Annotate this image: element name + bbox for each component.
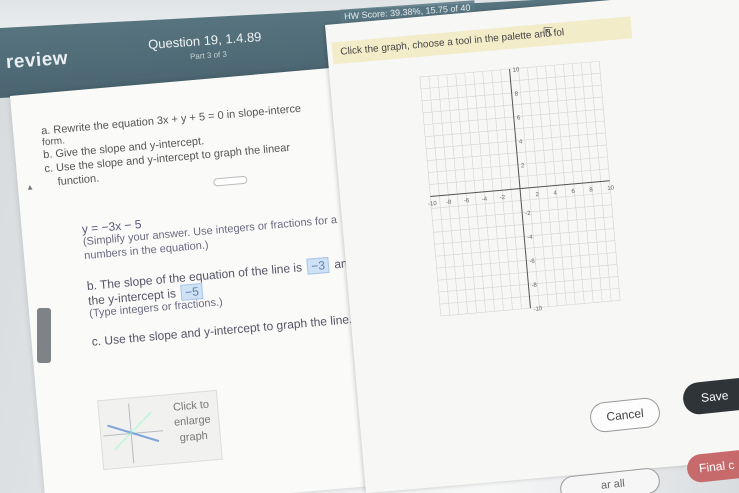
x-tick-label: 4 <box>553 190 558 196</box>
y-tick-label: -10 <box>533 306 543 313</box>
thumbnail-graph-icon <box>103 403 164 464</box>
x-tick-label: 6 <box>571 189 576 195</box>
coordinate-grid[interactable]: 101088664422-2-2-4-4-6-6-8-8-10-10 <box>409 50 631 326</box>
screen: HW Score: 39.38%, 15.75 of 40 review Que… <box>0 0 739 493</box>
x-tick-label: -8 <box>446 200 452 206</box>
enlarge-graph-card[interactable]: Click to enlarge graph <box>97 389 225 471</box>
x-tick-label: -4 <box>482 196 488 202</box>
part-c-cont: function. <box>57 172 100 189</box>
x-tick-label: -10 <box>428 201 438 208</box>
part-c-instruction: c. Use the slope and y-intercept to grap… <box>91 312 353 349</box>
x-tick-label: 8 <box>589 187 594 193</box>
section-title: review <box>5 47 69 74</box>
x-tick-label: 2 <box>535 192 540 198</box>
x-tick-label: -2 <box>500 195 506 201</box>
x-tick-label: -6 <box>464 198 470 204</box>
y-axis <box>509 69 531 309</box>
slope-line: b. The slope of the equation of the line… <box>86 255 355 295</box>
scroll-handle[interactable] <box>37 308 51 363</box>
enlarge-label: Click to enlarge graph <box>161 397 225 448</box>
divider-handle[interactable] <box>212 175 248 187</box>
collapse-icon[interactable]: ▲ <box>26 182 35 192</box>
cursor-icon: ⇱ <box>543 25 554 39</box>
graph-panel: Click the graph, choose a tool in the pa… <box>325 0 739 493</box>
y-tick-label: 10 <box>512 67 520 74</box>
graph-area[interactable]: 10 10 8 8 6 6 4 4 2 2 -2 -2 -4 -4 -6 -6 -8 -8 -10 -10 <box>409 50 631 326</box>
part-a-text: a. Rewrite the equation 3x + y + 5 = 0 i… <box>40 102 302 138</box>
slope-answer-box[interactable]: −3 <box>306 256 330 276</box>
x-tick-label: 10 <box>607 185 615 192</box>
